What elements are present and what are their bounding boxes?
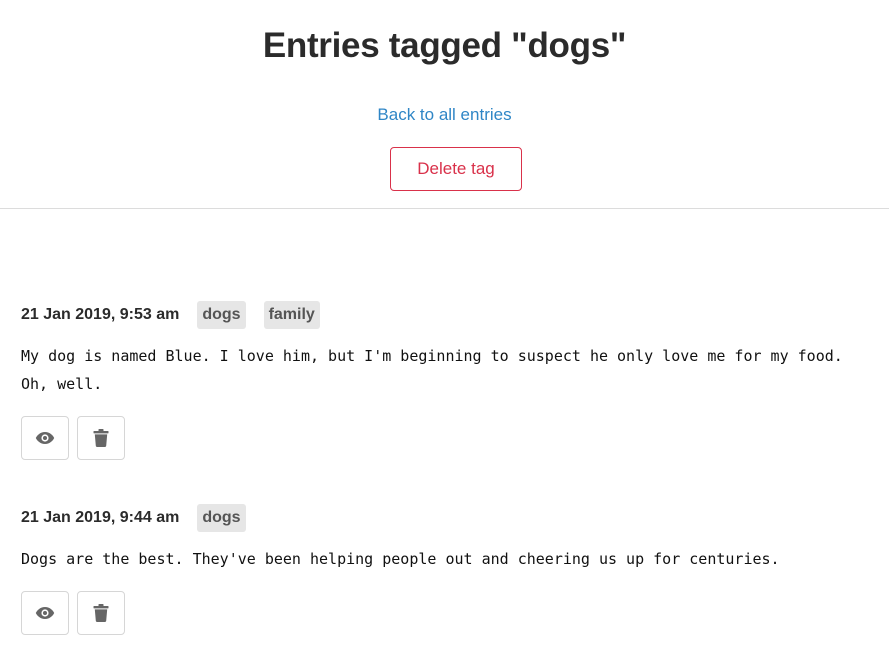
entry-meta: 21 Jan 2019, 9:44 am dogs	[21, 503, 868, 533]
eye-icon	[35, 606, 55, 620]
trash-icon	[93, 429, 109, 447]
tag-dogs[interactable]: dogs	[197, 504, 246, 532]
entry-actions	[21, 416, 868, 460]
view-entry-button[interactable]	[21, 591, 69, 635]
entry-item: 21 Jan 2019, 9:53 am dogs family My dog …	[21, 300, 868, 460]
entry-item: 21 Jan 2019, 9:44 am dogs Dogs are the b…	[21, 503, 868, 635]
entry-date: 21 Jan 2019, 9:44 am	[21, 509, 180, 526]
trash-icon	[93, 604, 109, 622]
entry-meta: 21 Jan 2019, 9:53 am dogs family	[21, 300, 868, 330]
eye-icon	[35, 431, 55, 445]
delete-tag-button[interactable]: Delete tag	[390, 147, 522, 191]
tag-dogs[interactable]: dogs	[197, 301, 246, 329]
page-title: Entries tagged "dogs"	[262, 26, 627, 65]
entry-text: Dogs are the best. They've been helping …	[21, 550, 780, 568]
back-to-all-entries-link[interactable]: Back to all entries	[0, 105, 889, 125]
view-entry-button[interactable]	[21, 416, 69, 460]
tag-family[interactable]: family	[263, 301, 320, 329]
delete-entry-button[interactable]	[77, 416, 125, 460]
delete-entry-button[interactable]	[77, 591, 125, 635]
entry-text: My dog is named Blue. I love him, but I'…	[21, 347, 852, 393]
entry-actions	[21, 591, 868, 635]
page-header: Entries tagged "dogs" Back to all entrie…	[0, 0, 889, 209]
entry-date: 21 Jan 2019, 9:53 am	[21, 306, 180, 323]
